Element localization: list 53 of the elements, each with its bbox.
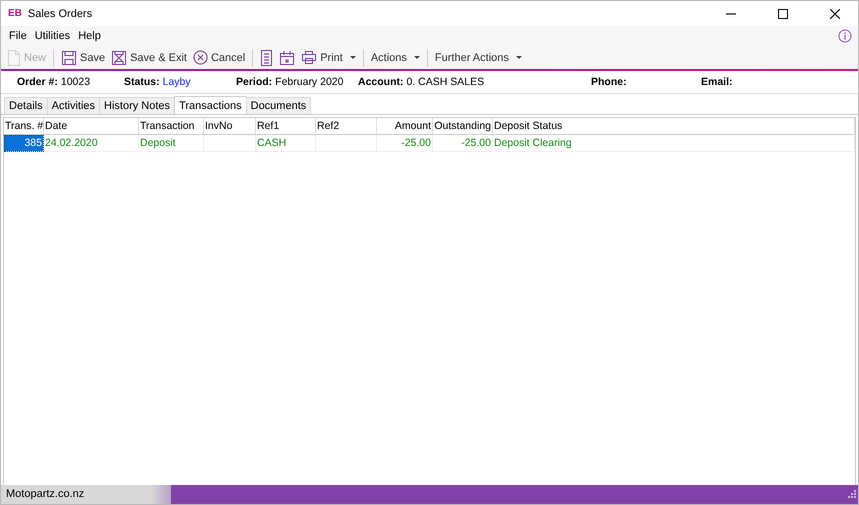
menu-item[interactable]: Utilities [30,28,74,44]
table-cell: Deposit [139,135,204,152]
cancel-icon [192,50,208,65]
menu-item[interactable]: Help [74,28,105,44]
list-icon [260,50,274,66]
toolbar-button[interactable]: Save [59,48,108,66]
field-value: 0. CASH SALES [406,76,484,88]
field-value[interactable]: Layby [162,76,191,88]
maximize-icon[interactable] [778,8,788,18]
tab[interactable]: Documents [246,97,312,114]
tab[interactable]: History Notes [99,97,176,114]
calendar-icon [279,50,296,66]
status-text: Motopartz.co.nz [6,488,84,500]
table-cell: -25.00 [377,135,433,152]
menu-button[interactable]: Further Actions [432,50,524,64]
field-label: Period: [236,76,272,88]
tab[interactable]: Activities [46,97,100,114]
printer-icon [301,50,318,65]
field-value: February 2020 [275,76,344,88]
field-value: 10023 [60,76,90,88]
field-label: Order #: [17,76,58,88]
column-header[interactable]: Transaction [139,118,204,135]
toolbar-button[interactable]: Print [299,49,358,66]
table-cell [204,135,256,152]
column-header[interactable]: InvNo [204,118,256,135]
app-logo: EB [8,8,22,19]
info-icon[interactable] [838,29,852,43]
close-icon[interactable] [830,8,840,18]
table-cell: 24.02.2020 [44,135,139,152]
resize-grip-icon[interactable] [846,488,856,501]
field-label: Email: [701,76,733,88]
field-label: Account: [358,76,404,88]
table-cell: Deposit Clearing [493,135,855,152]
toolbar-button[interactable]: Save & Exit [109,48,189,66]
column-header[interactable]: Deposit Status [493,118,855,135]
column-header[interactable]: Amount [377,118,433,135]
tab[interactable]: Transactions [174,96,247,114]
table-cell [316,135,377,152]
tab[interactable]: Details [4,97,48,114]
menu-item[interactable]: File [5,28,31,44]
table-cell: CASH [256,135,316,152]
toolbar-button[interactable]: Cancel [190,49,248,66]
field-label: Status: [124,76,160,88]
table-cell: 385 [4,135,44,152]
column-header[interactable]: Ref2 [316,118,377,135]
column-header[interactable]: Date [44,118,139,135]
column-header[interactable]: Ref1 [256,118,316,135]
document-icon [7,50,21,66]
field-label: Phone: [591,76,627,88]
window-title: Sales Orders [28,8,94,20]
table-cell: -25.00 [433,135,493,152]
menu-button[interactable]: Actions [368,50,422,64]
column-header[interactable]: Outstanding [433,118,493,135]
